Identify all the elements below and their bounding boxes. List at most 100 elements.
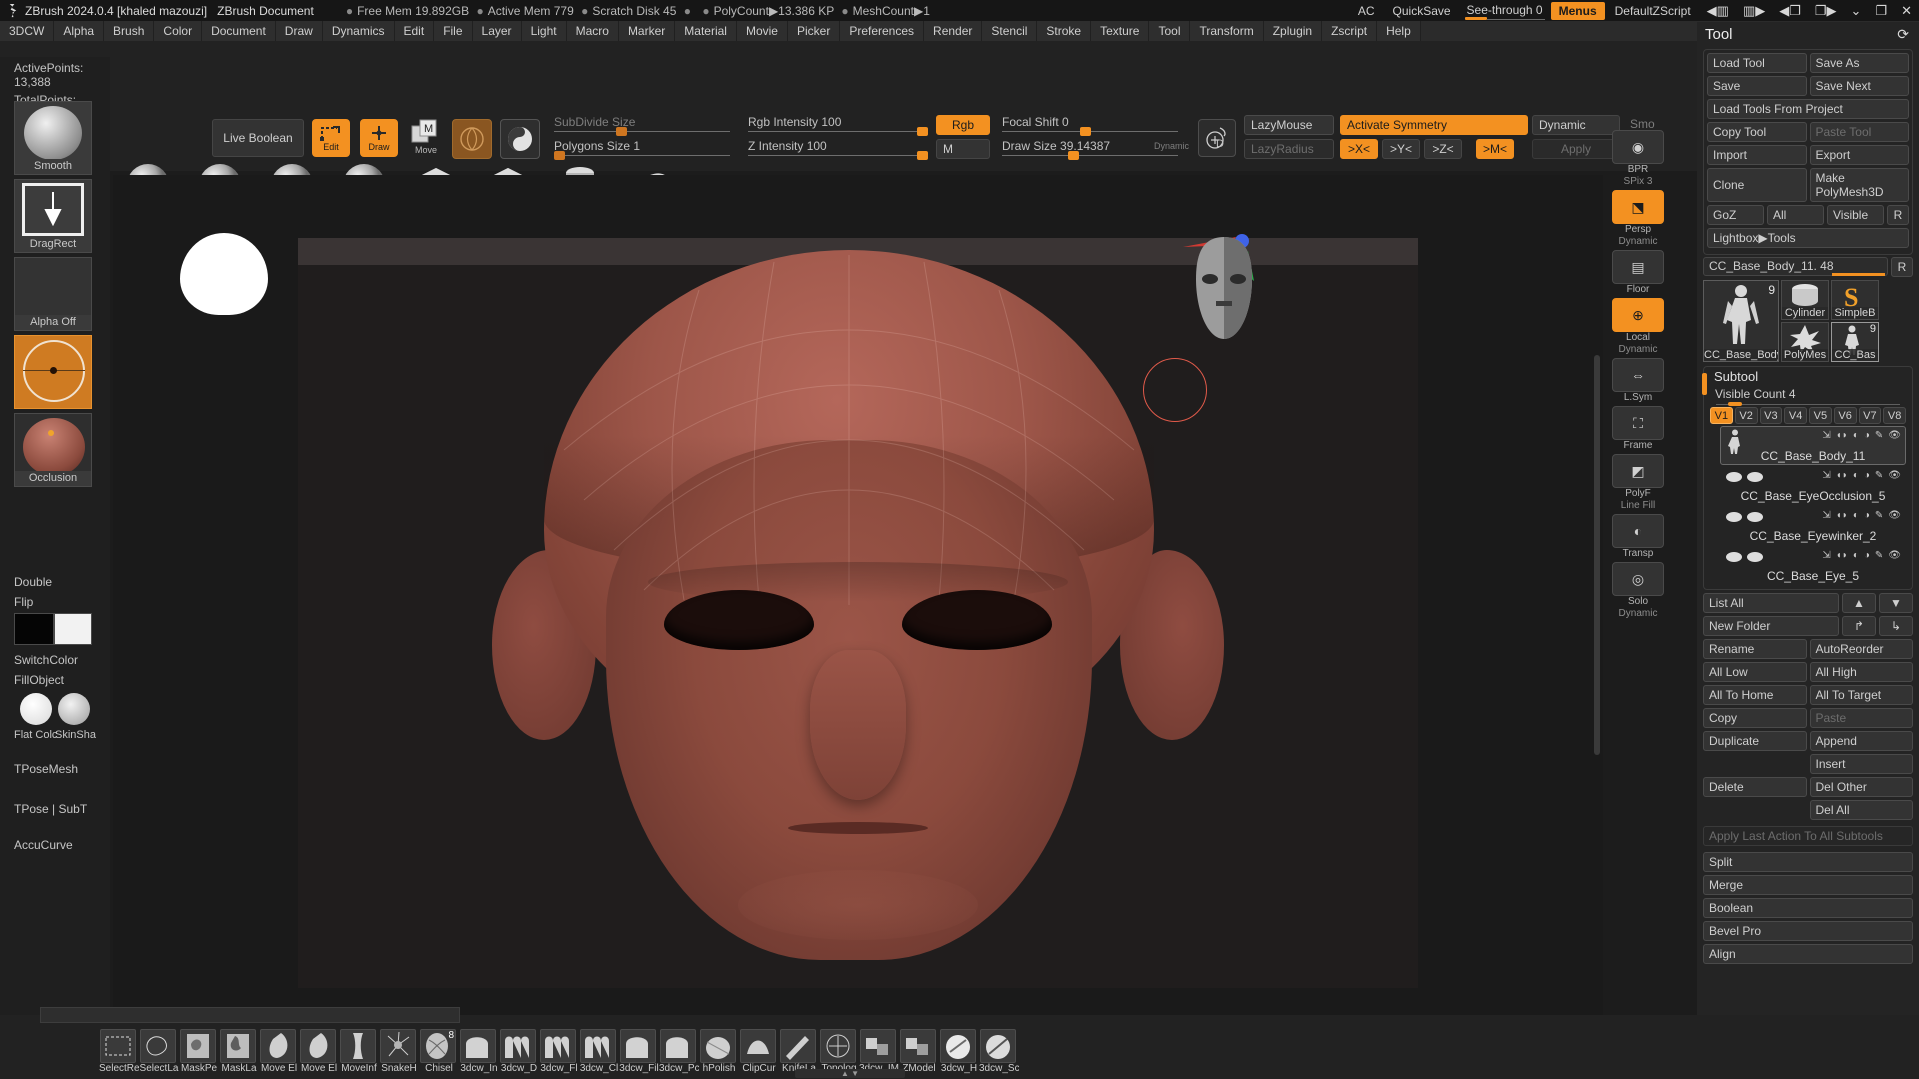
brush-button-3dcw-cl[interactable]: 3dcw_Cl <box>580 1029 618 1074</box>
brush-button-selectla[interactable]: SelectLa <box>140 1029 178 1074</box>
bottom-scroll-track[interactable] <box>40 1007 460 1023</box>
menu-item-movie[interactable]: Movie <box>736 21 788 41</box>
subtool-arrow-icon[interactable]: ⇲ <box>1822 550 1830 561</box>
draw-size-knob[interactable] <box>1068 151 1079 160</box>
subtool-button-delete[interactable]: Delete <box>1703 777 1807 797</box>
rgb-intensity-slider[interactable]: Rgb Intensity 100 <box>748 115 928 141</box>
draw-size-slider[interactable]: Draw Size 39.14387 Dynamic <box>1002 139 1189 165</box>
subtool-button-append[interactable]: Append <box>1809 731 1913 751</box>
menu-item-draw[interactable]: Draw <box>275 21 323 41</box>
symmetry-z-button[interactable]: >Z< <box>1424 139 1462 159</box>
tool-button-export[interactable]: Export <box>1809 145 1909 165</box>
subtool-control--[interactable]: ↳ <box>1879 616 1913 636</box>
subtool-half-icon[interactable]: ◐ <box>1853 430 1859 441</box>
tool-button-copy-tool[interactable]: Copy Tool <box>1707 122 1807 142</box>
subtool-arrow-icon[interactable]: ⇲ <box>1822 470 1830 481</box>
right-rail-button-frame[interactable]: ⛶ <box>1612 406 1664 440</box>
right-rail-button-l.sym[interactable]: ⇔ <box>1612 358 1664 392</box>
symmetry-x-button[interactable]: >X< <box>1340 139 1378 159</box>
skin-shade-swatch[interactable] <box>58 693 90 725</box>
menu-item-brush[interactable]: Brush <box>104 21 155 41</box>
tool-button-lightbox-tools[interactable]: Lightbox▶Tools <box>1707 228 1909 248</box>
brush-button-maskpe[interactable]: MaskPe <box>180 1029 218 1074</box>
menu-item-zscript[interactable]: Zscript <box>1322 21 1378 41</box>
subtool-item[interactable]: ⇲ ◖◗ ◐ ◑ ✎ 👁 CC_Base_Eye_5 <box>1720 546 1906 585</box>
brush-button-moveinf[interactable]: MoveInf <box>340 1029 378 1074</box>
subtool-bevel-pro-button[interactable]: Bevel Pro <box>1703 921 1913 941</box>
refresh-icon[interactable]: ⟳ <box>1897 26 1909 43</box>
subtool-button-del-other[interactable]: Del Other <box>1809 777 1913 797</box>
lazy-mouse-button[interactable]: LazyMouse <box>1244 115 1334 135</box>
accu-curve-label[interactable]: AccuCurve <box>14 838 73 852</box>
subtool-visibility-v2[interactable]: V2 <box>1734 407 1758 424</box>
window-prev-icon[interactable]: ◀❐ <box>1772 1 1808 21</box>
tool-thumb-cylinder[interactable]: Cylinder <box>1781 280 1829 320</box>
subtool-visibility-v1[interactable]: V1 <box>1710 407 1733 424</box>
see-through-slider[interactable]: See-through 0 <box>1461 1 1549 21</box>
menus-button[interactable]: Menus <box>1550 1 1605 20</box>
subtool-arrow-icon[interactable]: ⇲ <box>1822 510 1830 521</box>
live-boolean-button[interactable]: Live Boolean <box>212 119 304 157</box>
right-rail-button-transp[interactable]: ◐ <box>1612 514 1664 548</box>
subtool-contrast-icon[interactable]: ◑ <box>1864 550 1870 561</box>
menu-item-marker[interactable]: Marker <box>618 21 676 41</box>
flat-color-label[interactable]: Flat Colc <box>14 729 57 741</box>
subtool-brush-icon[interactable]: ✎ <box>1875 430 1883 441</box>
subtool-merge-button[interactable]: Merge <box>1703 875 1913 895</box>
tool-button-save[interactable]: Save <box>1707 76 1807 96</box>
menu-item-macro[interactable]: Macro <box>566 21 619 41</box>
current-texture-button[interactable] <box>14 335 92 409</box>
tool-thumb-ccbase[interactable]: 9 CC_Bas <box>1831 322 1879 362</box>
menu-item-edit[interactable]: Edit <box>394 21 435 41</box>
current-stroke-button[interactable]: DragRect <box>14 179 92 253</box>
tpose-subt-label[interactable]: TPose | SubT <box>14 802 87 816</box>
brush-button-snakeh[interactable]: SnakeH <box>380 1029 418 1074</box>
tool-button-clone[interactable]: Clone <box>1707 168 1807 202</box>
brush-button-hpolish[interactable]: hPolish <box>700 1029 738 1074</box>
menu-item-layer[interactable]: Layer <box>472 21 522 41</box>
brush-button-maskla[interactable]: MaskLa <box>220 1029 258 1074</box>
subtool-item[interactable]: ⇲ ◖◗ ◐ ◑ ✎ 👁 CC_Base_Body_11 <box>1720 426 1906 465</box>
flat-color-swatch[interactable] <box>20 693 52 725</box>
skin-shade-label[interactable]: SkinSha <box>55 729 96 741</box>
right-rail-button-solo[interactable]: ◎ <box>1612 562 1664 596</box>
right-rail-button-bpr[interactable]: ◉ <box>1612 130 1664 164</box>
subtool-arrow-icon[interactable]: ⇲ <box>1822 430 1830 441</box>
subtool-visibility-v4[interactable]: V4 <box>1784 407 1807 424</box>
subtool-split-button[interactable]: Split <box>1703 852 1913 872</box>
brush-button-topolog[interactable]: Topolog <box>820 1029 858 1074</box>
subtool-boolean-button[interactable]: Boolean <box>1703 898 1913 918</box>
subtool-button-copy[interactable]: Copy <box>1703 708 1807 728</box>
menu-item-tool[interactable]: Tool <box>1149 21 1191 41</box>
tool-thumb-main[interactable]: 9 CC_Base_Body_1 <box>1703 280 1779 362</box>
brush-button-3dcw-sc[interactable]: 3dcw_Sc <box>979 1029 1019 1074</box>
tpose-mesh-label[interactable]: TPoseMesh <box>14 762 78 776</box>
tool-button-import[interactable]: Import <box>1707 145 1807 165</box>
brush-button-3dcw-im[interactable]: 3dcw_IM <box>859 1029 899 1074</box>
quicksave-button[interactable]: QuickSave <box>1385 2 1459 20</box>
brush-button-clipcur[interactable]: ClipCur <box>740 1029 778 1074</box>
menu-item-picker[interactable]: Picker <box>787 21 841 41</box>
tool-button-goz[interactable]: GoZ <box>1707 205 1764 225</box>
subtool-button-del-all[interactable]: Del All <box>1809 800 1913 820</box>
subtool-control--[interactable]: ▼ <box>1879 593 1913 613</box>
subtool-half-icon[interactable]: ◐ <box>1853 550 1859 561</box>
draw-button[interactable]: Draw <box>360 119 398 157</box>
menu-item-dynamics[interactable]: Dynamics <box>322 21 395 41</box>
menu-item-texture[interactable]: Texture <box>1091 21 1150 41</box>
menu-item-stencil[interactable]: Stencil <box>982 21 1038 41</box>
flip-label[interactable]: Flip <box>14 595 33 609</box>
subtool-half-icon[interactable]: ◐ <box>1853 510 1859 521</box>
menu-item-file[interactable]: File <box>434 21 473 41</box>
subtool-scroll-indicator[interactable] <box>1702 373 1707 395</box>
subtool-brush-icon[interactable]: ✎ <box>1875 550 1883 561</box>
material-button-1[interactable] <box>452 119 492 159</box>
menu-item-alpha[interactable]: Alpha <box>54 21 105 41</box>
menu-item-light[interactable]: Light <box>521 21 567 41</box>
menu-item-stroke[interactable]: Stroke <box>1037 21 1092 41</box>
current-alpha-button[interactable]: Alpha Off <box>14 257 92 331</box>
subtool-control-list-all[interactable]: List All <box>1703 593 1839 613</box>
subtool-eye-icon[interactable]: ◖◗ <box>1836 470 1848 481</box>
subtool-button-all-high[interactable]: All High <box>1809 662 1913 682</box>
polygons-size-knob[interactable] <box>554 151 565 160</box>
